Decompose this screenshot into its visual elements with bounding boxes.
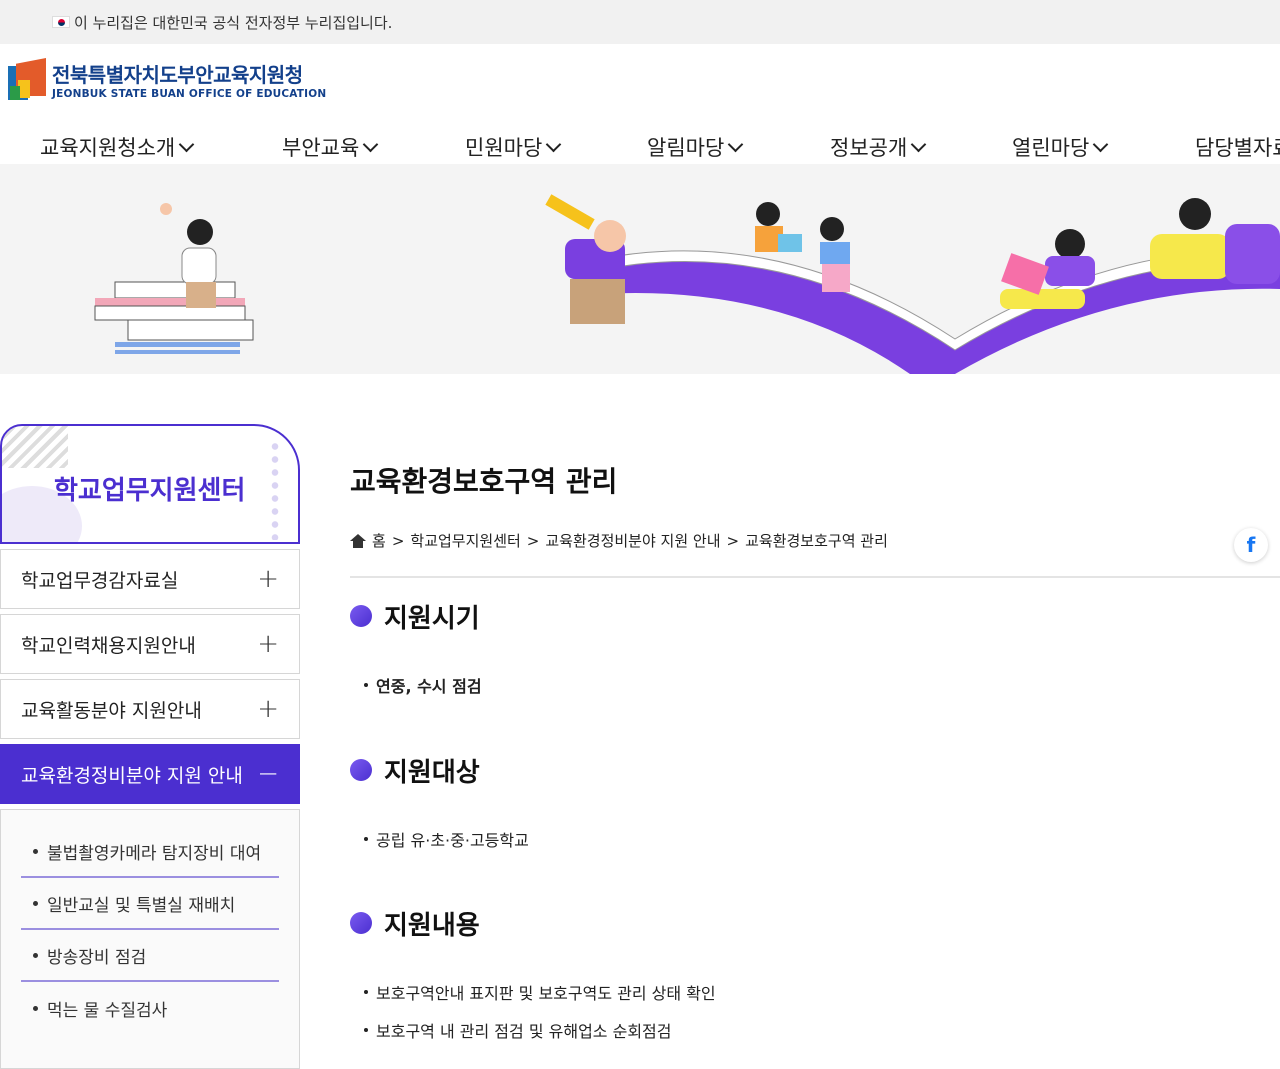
submenu-item-classroom-relocation[interactable]: 일반교실 및 특별실 재배치 (21, 878, 279, 930)
nav-item-dept-data[interactable]: 담당별자료 (1195, 132, 1280, 162)
sidebar-item-environment[interactable]: 교육환경정비분야 지원 안내 − (0, 744, 300, 804)
section-period: 지원시기 연중, 수시 점검 (350, 598, 482, 697)
section-heading: 지원내용 (384, 911, 480, 941)
nav-item-buan-edu[interactable]: 부안교육 (282, 132, 379, 162)
submenu-item-water-test[interactable]: 먹는 물 수질검사 (21, 982, 279, 1034)
sidebar-item-edu-activity[interactable]: 교육활동분야 지원안내 + (0, 679, 300, 739)
sidebar-item-workload-archive[interactable]: 학교업무경감자료실 + (0, 549, 300, 609)
sidebar-item-staff-hiring[interactable]: 학교인력채용지원안내 + (0, 614, 300, 674)
nav-item-notice[interactable]: 알림마당 (647, 132, 744, 162)
nav-item-intro[interactable]: 교육지원청소개 (40, 132, 195, 162)
chevron-down-icon (178, 136, 195, 152)
sidebar-title-box: 학교업무지원센터 (0, 424, 300, 544)
section-content: 지원내용 보호구역안내 표지판 및 보호구역도 관리 상태 확인 보호구역 내 … (350, 905, 716, 1042)
nav-item-disclosure[interactable]: 정보공개 (830, 132, 927, 162)
breadcrumb-item[interactable]: 학교업무지원센터 (410, 530, 520, 551)
chevron-down-icon (1093, 136, 1109, 152)
main-content: 교육환경보호구역 관리 홈 > 학교업무지원센터 > 교육환경정비분야 지원 안… (350, 460, 1280, 1041)
section-heading: 지원시기 (384, 604, 480, 634)
section-target: 지원대상 공립 유·초·중·고등학교 (350, 752, 529, 851)
section-heading: 지원대상 (384, 758, 480, 788)
hero-banner-illustration (0, 164, 1280, 374)
chevron-down-icon (728, 136, 744, 152)
chevron-down-icon (911, 136, 927, 152)
heading-bullet-icon (350, 604, 378, 629)
section-item: 공립 유·초·중·고등학교 (364, 827, 529, 851)
section-item: 보호구역 내 관리 점검 및 유해업소 순회점검 (364, 1018, 716, 1042)
expand-icon[interactable]: + (257, 629, 279, 659)
facebook-share-icon[interactable]: f (1234, 528, 1268, 562)
logo-name-ko: 전북특별자치도부안교육지원청 (52, 62, 303, 87)
heading-bullet-icon (350, 758, 378, 783)
chevron-down-icon (363, 136, 379, 152)
logo-name-en: JEONBUK STATE BUAN OFFICE OF EDUCATION (52, 87, 327, 100)
stacked-books-illustration (94, 203, 254, 354)
page-title: 교육환경보호구역 관리 (350, 465, 618, 498)
site-header: 전북특별자치도부안교육지원청 JEONBUK STATE BUAN OFFICE… (0, 44, 1280, 164)
nav-item-open[interactable]: 열린마당 (1012, 132, 1109, 162)
gov-notice-text: 이 누리집은 대한민국 공식 전자정부 누리집입니다. (74, 13, 393, 32)
nav-item-civil[interactable]: 민원마당 (465, 132, 562, 162)
home-icon[interactable] (350, 533, 366, 548)
sidebar-title: 학교업무지원센터 (54, 476, 246, 506)
site-logo[interactable]: 전북특별자치도부안교육지원청 JEONBUK STATE BUAN OFFICE… (8, 58, 326, 100)
sidebar-submenu: 불법촬영카메라 탐지장비 대여 일반교실 및 특별실 재배치 방송장비 점검 먹… (0, 809, 300, 1069)
gov-notice-bar: 이 누리집은 대한민국 공식 전자정부 누리집입니다. (0, 0, 1280, 44)
section-item: 보호구역안내 표지판 및 보호구역도 관리 상태 확인 (364, 980, 716, 1004)
korea-flag-icon (52, 16, 70, 28)
expand-icon[interactable]: + (257, 564, 279, 594)
logo-mark-icon (8, 58, 46, 100)
chevron-down-icon (546, 136, 562, 152)
main-nav: 교육지원청소개 부안교육 민원마당 알림마당 정보공개 열린마당 담당별자료 (0, 126, 1280, 164)
submenu-item-camera-detector[interactable]: 불법촬영카메라 탐지장비 대여 (21, 826, 279, 878)
expand-icon[interactable]: + (257, 694, 279, 724)
sidebar: 학교업무지원센터 학교업무경감자료실 + 학교인력채용지원안내 + 교육활동분야… (0, 424, 300, 1069)
heading-bullet-icon (350, 911, 378, 936)
collapse-icon[interactable]: − (257, 759, 279, 789)
submenu-item-broadcast-check[interactable]: 방송장비 점검 (21, 930, 279, 982)
section-item: 연중, 수시 점검 (364, 673, 482, 697)
breadcrumb-current: 교육환경보호구역 관리 (745, 532, 888, 550)
content-divider (350, 576, 1280, 578)
breadcrumb-home[interactable]: 홈 (372, 530, 386, 551)
breadcrumb-item[interactable]: 교육환경정비분야 지원 안내 (545, 530, 720, 551)
breadcrumb: 홈 > 학교업무지원센터 > 교육환경정비분야 지원 안내 > 교육환경보호구역… (350, 530, 1280, 551)
